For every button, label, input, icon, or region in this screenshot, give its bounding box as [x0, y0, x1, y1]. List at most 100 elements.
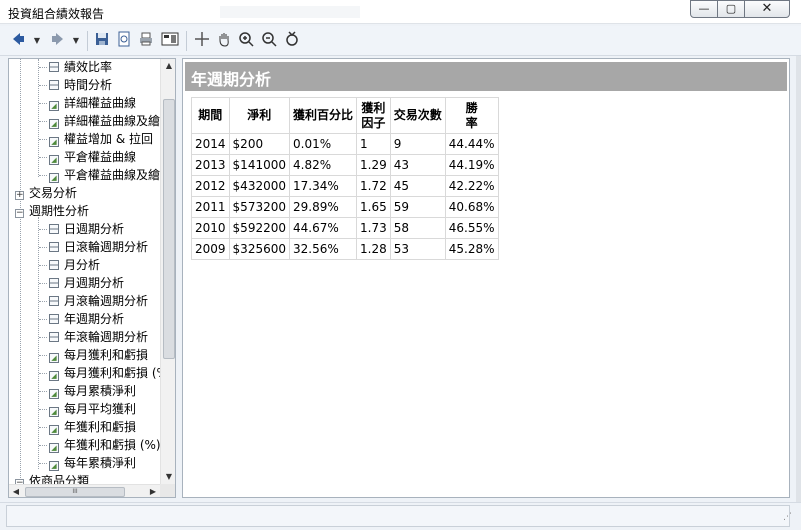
- tree-item[interactable]: 日滾輪週期分析: [49, 238, 148, 256]
- tree-guide-line: [39, 265, 47, 266]
- tree-item[interactable]: ◢ 平倉權益曲線: [49, 148, 136, 166]
- chart-report-icon: ◢: [49, 407, 59, 417]
- table-cell: $432000: [228, 175, 291, 197]
- tree-guide-line: [38, 59, 39, 177]
- tree-item[interactable]: + 交易分析: [15, 184, 77, 202]
- table-cell: 29.89%: [288, 196, 358, 218]
- back-dropdown-icon[interactable]: ▼: [32, 31, 42, 51]
- collapse-icon[interactable]: −: [15, 209, 24, 218]
- table-cell: 40.68%: [444, 196, 499, 218]
- table-cell: 2013: [191, 154, 230, 176]
- tree-item[interactable]: 績效比率: [49, 59, 112, 76]
- tree-item-label: 月分析: [64, 258, 101, 272]
- report-tree: 績效比率 時間分析 ◢ 詳細權益曲線 ◢ 詳細權益曲線及繪 ◢ 權益增加 & 拉回 ◢ 平倉權益曲…: [9, 59, 160, 484]
- tree-guide-line: [39, 247, 47, 248]
- tree-item[interactable]: 日週期分析: [49, 220, 124, 238]
- table-cell: $573200: [228, 196, 291, 218]
- minimize-button[interactable]: —: [690, 0, 718, 18]
- forward-dropdown-icon[interactable]: ▼: [71, 31, 81, 51]
- column-header: 獲利 因子: [356, 97, 391, 134]
- forward-icon[interactable]: [48, 31, 68, 51]
- reset-icon[interactable]: [282, 31, 302, 51]
- table-report-icon: [49, 260, 59, 270]
- close-button[interactable]: ✕: [744, 0, 790, 18]
- tree-guide-line: [39, 391, 47, 392]
- table-cell: $200: [228, 133, 291, 155]
- table-cell: 0.01%: [288, 133, 358, 155]
- tree-item[interactable]: ◢ 每年累積淨利: [49, 454, 136, 472]
- view-icon[interactable]: [160, 31, 180, 51]
- tree-guide-line: [38, 217, 39, 469]
- tree-item[interactable]: ◢ 平倉權益曲線及繪: [49, 166, 160, 184]
- scroll-up-icon[interactable]: ▲: [161, 59, 175, 73]
- tree-item[interactable]: ◢ 年獲利和虧損: [49, 418, 136, 436]
- table-row: 2010 $592200 44.67% 1.73 58 46.55%: [191, 217, 499, 239]
- table-report-icon: [49, 314, 59, 324]
- tree-item[interactable]: ◢ 每月獲利和虧損 (%: [49, 364, 160, 382]
- table-cell: 2012: [191, 175, 230, 197]
- report-header: 年週期分析: [185, 62, 787, 91]
- tree-item[interactable]: ◢ 每月累積淨利: [49, 382, 136, 400]
- tree-item[interactable]: ◢ 權益增加 & 拉回: [49, 130, 153, 148]
- scroll-down-icon[interactable]: ▼: [161, 470, 175, 484]
- tree-item[interactable]: ◢ 詳細權益曲線及繪: [49, 112, 160, 130]
- hand-icon[interactable]: [214, 31, 234, 51]
- table-report-icon: [49, 278, 59, 288]
- table-cell: 46.55%: [444, 217, 499, 239]
- tree-item[interactable]: 年週期分析: [49, 310, 124, 328]
- table-report-icon: [49, 242, 59, 252]
- tree-item-label: 每月獲利和虧損 (%: [64, 366, 160, 380]
- tree-item-label: 績效比率: [64, 60, 113, 74]
- tree-item[interactable]: 時間分析: [49, 76, 112, 94]
- chart-report-icon: ◢: [49, 425, 59, 435]
- tree-guide-line: [39, 337, 47, 338]
- tree-vertical-scrollbar[interactable]: ▲ ▼: [160, 59, 175, 484]
- title-ghost: [220, 6, 360, 18]
- table-cell: 32.56%: [288, 238, 358, 260]
- tree-item[interactable]: ◢ 每月平均獲利: [49, 400, 136, 418]
- maximize-button[interactable]: ▢: [717, 0, 745, 18]
- table-cell: 9: [389, 133, 446, 155]
- table-report-icon: [49, 296, 59, 306]
- scroll-left-icon[interactable]: ◀: [9, 485, 23, 497]
- tree-item[interactable]: 月分析: [49, 256, 100, 274]
- column-header: 勝率: [444, 97, 499, 134]
- print-icon[interactable]: [136, 31, 156, 51]
- chart-report-icon: ◢: [49, 119, 59, 129]
- table-cell: 44.44%: [444, 133, 499, 155]
- tree-item[interactable]: ◢ 年獲利和虧損 (%): [49, 436, 160, 454]
- table-cell: 17.34%: [288, 175, 358, 197]
- tree-item[interactable]: 年滾輪週期分析: [49, 328, 148, 346]
- tree-item[interactable]: ◢ 詳細權益曲線: [49, 94, 136, 112]
- tree-item[interactable]: 月週期分析: [49, 274, 124, 292]
- tree-item[interactable]: − 依商品分類: [15, 472, 89, 484]
- scroll-corner: [160, 484, 175, 497]
- tree-horizontal-scrollbar[interactable]: ◀ III ▶: [9, 484, 160, 497]
- save-icon[interactable]: [92, 31, 112, 51]
- vertical-scroll-thumb[interactable]: [163, 99, 175, 359]
- column-header: 淨利: [228, 97, 291, 134]
- tree-item[interactable]: 月滾輪週期分析: [49, 292, 148, 310]
- status-bar: [0, 502, 801, 530]
- resize-grip-icon[interactable]: ⋰: [783, 512, 792, 522]
- crosshair-icon[interactable]: [192, 31, 212, 51]
- tree-item[interactable]: ◢ 每月獲利和虧損: [49, 346, 148, 364]
- back-icon[interactable]: [8, 31, 28, 51]
- table-cell: 42.22%: [444, 175, 499, 197]
- scroll-right-icon[interactable]: ▶: [146, 485, 160, 497]
- tree-guide-line: [39, 229, 47, 230]
- expand-icon[interactable]: +: [15, 191, 24, 200]
- horizontal-scroll-thumb[interactable]: III: [25, 487, 125, 497]
- zoom-in-icon[interactable]: [236, 31, 256, 51]
- tree-guide-line: [39, 427, 47, 428]
- table-report-icon: [49, 332, 59, 342]
- tree-item[interactable]: − 週期性分析: [15, 202, 89, 220]
- table-cell: 1: [356, 133, 391, 155]
- title-bar: 投資組合績效報告 — ▢ ✕: [0, 0, 801, 24]
- zoom-out-icon[interactable]: [259, 31, 279, 51]
- preview-icon[interactable]: [114, 31, 134, 51]
- table-cell: 1.72: [356, 175, 391, 197]
- table-cell: 4.82%: [288, 154, 358, 176]
- window-title: 投資組合績效報告: [8, 7, 105, 21]
- tree-guide-line: [39, 139, 47, 140]
